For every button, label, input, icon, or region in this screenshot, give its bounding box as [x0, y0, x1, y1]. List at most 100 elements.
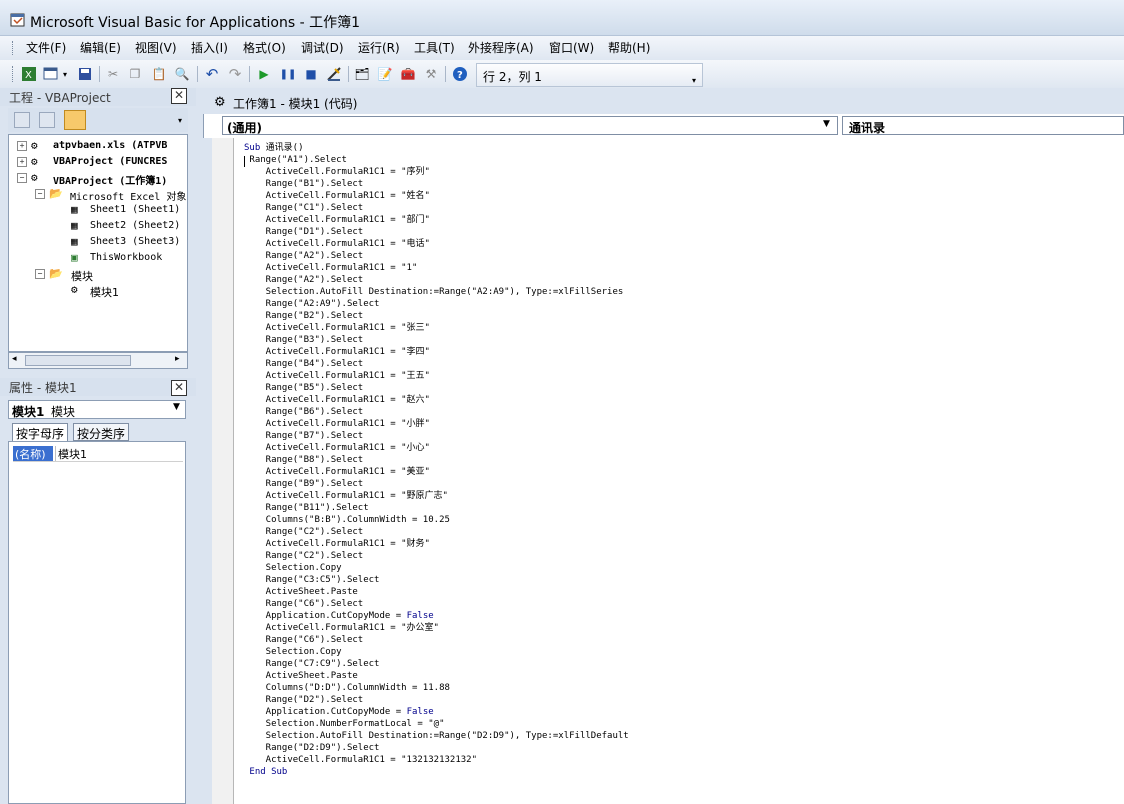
code-margin-indicator-bar[interactable] — [212, 138, 234, 804]
menu-edit[interactable]: 编辑(E) — [78, 39, 123, 56]
code-line[interactable]: Application.CutCopyMode = False — [244, 610, 434, 622]
code-line[interactable]: Range("D2").Select — [244, 694, 364, 706]
tree-item-sheet3[interactable]: ▦ Sheet3 (Sheet3) — [9, 235, 187, 249]
object-combo[interactable]: (通用) ▼ — [222, 116, 838, 135]
code-line[interactable]: ActiveCell.FormulaR1C1 = "张三" — [244, 322, 430, 334]
menu-help[interactable]: 帮助(H) — [606, 39, 652, 56]
menu-addins[interactable]: 外接程序(A) — [466, 39, 536, 56]
tab-categorized[interactable]: 按分类序 — [73, 423, 130, 441]
code-line[interactable]: Selection.NumberFormatLocal = "@" — [244, 718, 445, 730]
code-line[interactable]: Range("A2").Select — [244, 250, 364, 262]
tree-item-funcres[interactable]: + ⚙ VBAProject (FUNCRES — [9, 155, 187, 169]
code-line[interactable]: ActiveCell.FormulaR1C1 = "财务" — [244, 538, 430, 550]
menu-window[interactable]: 窗口(W) — [547, 39, 596, 56]
menu-tools[interactable]: 工具(T) — [412, 39, 457, 56]
scroll-thumb[interactable] — [25, 355, 131, 366]
dropdown-arrow-icon[interactable]: ▾ — [60, 65, 70, 83]
dropdown-arrow-icon[interactable]: ▼ — [173, 402, 180, 412]
redo-icon[interactable]: ↷ — [226, 65, 244, 83]
code-line[interactable]: ActiveCell.FormulaR1C1 = "序列" — [244, 166, 430, 178]
menu-run[interactable]: 运行(R) — [356, 39, 402, 56]
object-selector[interactable]: 模块1 模块 ▼ — [8, 400, 186, 419]
code-line[interactable]: Range("C1").Select — [244, 202, 364, 214]
tree-item-module1[interactable]: ⚙ 模块1 — [9, 283, 187, 299]
expand-icon[interactable]: + — [17, 157, 27, 167]
code-line[interactable]: Sub 通讯录() — [244, 142, 304, 154]
code-line[interactable]: Range("B2").Select — [244, 310, 364, 322]
toggle-folders-icon[interactable] — [64, 110, 86, 130]
properties-icon[interactable]: 📝 — [376, 65, 394, 83]
code-line[interactable]: Range("A2").Select — [244, 274, 364, 286]
undo-icon[interactable]: ↶ — [203, 65, 221, 83]
toolbox-icon[interactable]: ⚒ — [422, 65, 440, 83]
code-line[interactable]: Columns("B:B").ColumnWidth = 10.25 — [244, 514, 450, 526]
paste-icon[interactable]: 📋 — [150, 65, 168, 83]
close-icon[interactable]: ✕ — [171, 380, 187, 396]
tree-item-atpvbaen[interactable]: + ⚙ atpvbaen.xls (ATPVB — [9, 139, 187, 153]
code-line[interactable]: Range("B6").Select — [244, 406, 364, 418]
save-icon[interactable] — [76, 65, 94, 83]
code-line[interactable]: ActiveSheet.Paste — [244, 586, 358, 598]
code-line[interactable]: Range("D1").Select — [244, 226, 364, 238]
dropdown-arrow-icon[interactable]: ▼ — [823, 119, 830, 129]
code-line[interactable]: Selection.Copy — [244, 646, 342, 658]
close-icon[interactable]: ✕ — [171, 88, 187, 104]
procedure-combo[interactable]: 通讯录 — [842, 116, 1124, 135]
expand-icon[interactable]: + — [17, 141, 27, 151]
tree-item-workbook1[interactable]: − ⚙ VBAProject (工作簿1) — [9, 171, 187, 187]
code-line[interactable]: ActiveCell.FormulaR1C1 = "小胖" — [244, 418, 430, 430]
property-row[interactable]: (名称) 模块1 — [13, 446, 183, 462]
scroll-left-icon[interactable]: ◂ — [12, 354, 17, 364]
menu-debug[interactable]: 调试(D) — [299, 39, 346, 56]
scroll-arrow-icon[interactable]: ▾ — [178, 116, 188, 130]
property-value[interactable]: 模块1 — [55, 446, 87, 461]
scroll-right-icon[interactable]: ▸ — [175, 354, 180, 364]
code-line[interactable]: Range("B9").Select — [244, 478, 364, 490]
excel-icon[interactable]: X — [20, 65, 38, 83]
copy-icon[interactable]: ❐ — [126, 65, 144, 83]
code-line[interactable]: Range("B11").Select — [244, 502, 369, 514]
collapse-icon[interactable]: − — [35, 189, 45, 199]
code-line[interactable]: Range("C7:C9").Select — [244, 658, 380, 670]
code-line[interactable]: ActiveCell.FormulaR1C1 = "电话" — [244, 238, 430, 250]
code-line[interactable]: Selection.AutoFill Destination:=Range("D… — [244, 730, 629, 742]
code-line[interactable]: Range("B4").Select — [244, 358, 364, 370]
help-icon[interactable]: ? — [451, 65, 469, 83]
code-line[interactable]: ActiveCell.FormulaR1C1 = "132132132132" — [244, 754, 477, 766]
tree-item-excel-objects[interactable]: − 📂 Microsoft Excel 对象 — [9, 187, 187, 203]
project-horizontal-scrollbar[interactable]: ◂ ▸ — [8, 352, 188, 369]
code-line[interactable]: ActiveCell.FormulaR1C1 = "野原广志" — [244, 490, 448, 502]
code-line[interactable]: Range("C2").Select — [244, 550, 364, 562]
tab-alphabetic[interactable]: 按字母序 — [12, 423, 69, 441]
code-line[interactable]: ActiveCell.FormulaR1C1 = "小心" — [244, 442, 430, 454]
tree-item-sheet2[interactable]: ▦ Sheet2 (Sheet2) — [9, 219, 187, 233]
code-line[interactable]: ActiveCell.FormulaR1C1 = "办公室" — [244, 622, 439, 634]
code-line[interactable]: ActiveCell.FormulaR1C1 = "姓名" — [244, 190, 430, 202]
code-line[interactable]: Range("C6").Select — [244, 598, 364, 610]
code-line[interactable]: Range("C2").Select — [244, 526, 364, 538]
collapse-icon[interactable]: − — [35, 269, 45, 279]
code-line[interactable]: Range("C6").Select — [244, 634, 364, 646]
code-line[interactable]: Range("B5").Select — [244, 382, 364, 394]
menu-file[interactable]: 文件(F) — [24, 39, 68, 56]
toolbar-overflow-icon[interactable]: ▾ — [692, 76, 696, 85]
find-icon[interactable]: 🔍 — [173, 65, 191, 83]
project-explorer-icon[interactable]: 🗂 — [353, 65, 371, 83]
code-line[interactable]: Range("C3:C5").Select — [244, 574, 380, 586]
code-line[interactable]: Columns("D:D").ColumnWidth = 11.88 — [244, 682, 450, 694]
menu-insert[interactable]: 插入(I) — [189, 39, 230, 56]
code-line[interactable]: ActiveCell.FormulaR1C1 = "王五" — [244, 370, 430, 382]
code-line[interactable]: Range("B7").Select — [244, 430, 364, 442]
tree-item-sheet1[interactable]: ▦ Sheet1 (Sheet1) — [9, 203, 187, 217]
code-line[interactable]: ActiveCell.FormulaR1C1 = "李四" — [244, 346, 430, 358]
code-line[interactable]: End Sub — [244, 766, 287, 778]
tree-item-thisworkbook[interactable]: ▣ ThisWorkbook — [9, 251, 187, 265]
insert-userform-icon[interactable] — [42, 65, 60, 83]
code-line[interactable]: ActiveCell.FormulaR1C1 = "1" — [244, 262, 418, 274]
code-line[interactable]: Range("A2:A9").Select — [244, 298, 380, 310]
code-line[interactable]: Selection.AutoFill Destination:=Range("A… — [244, 286, 624, 298]
view-object-icon[interactable] — [39, 112, 55, 128]
code-line[interactable]: Range("A1").Select — [244, 154, 347, 166]
code-line[interactable]: ActiveCell.FormulaR1C1 = "部门" — [244, 214, 430, 226]
code-line[interactable]: Range("D2:D9").Select — [244, 742, 380, 754]
